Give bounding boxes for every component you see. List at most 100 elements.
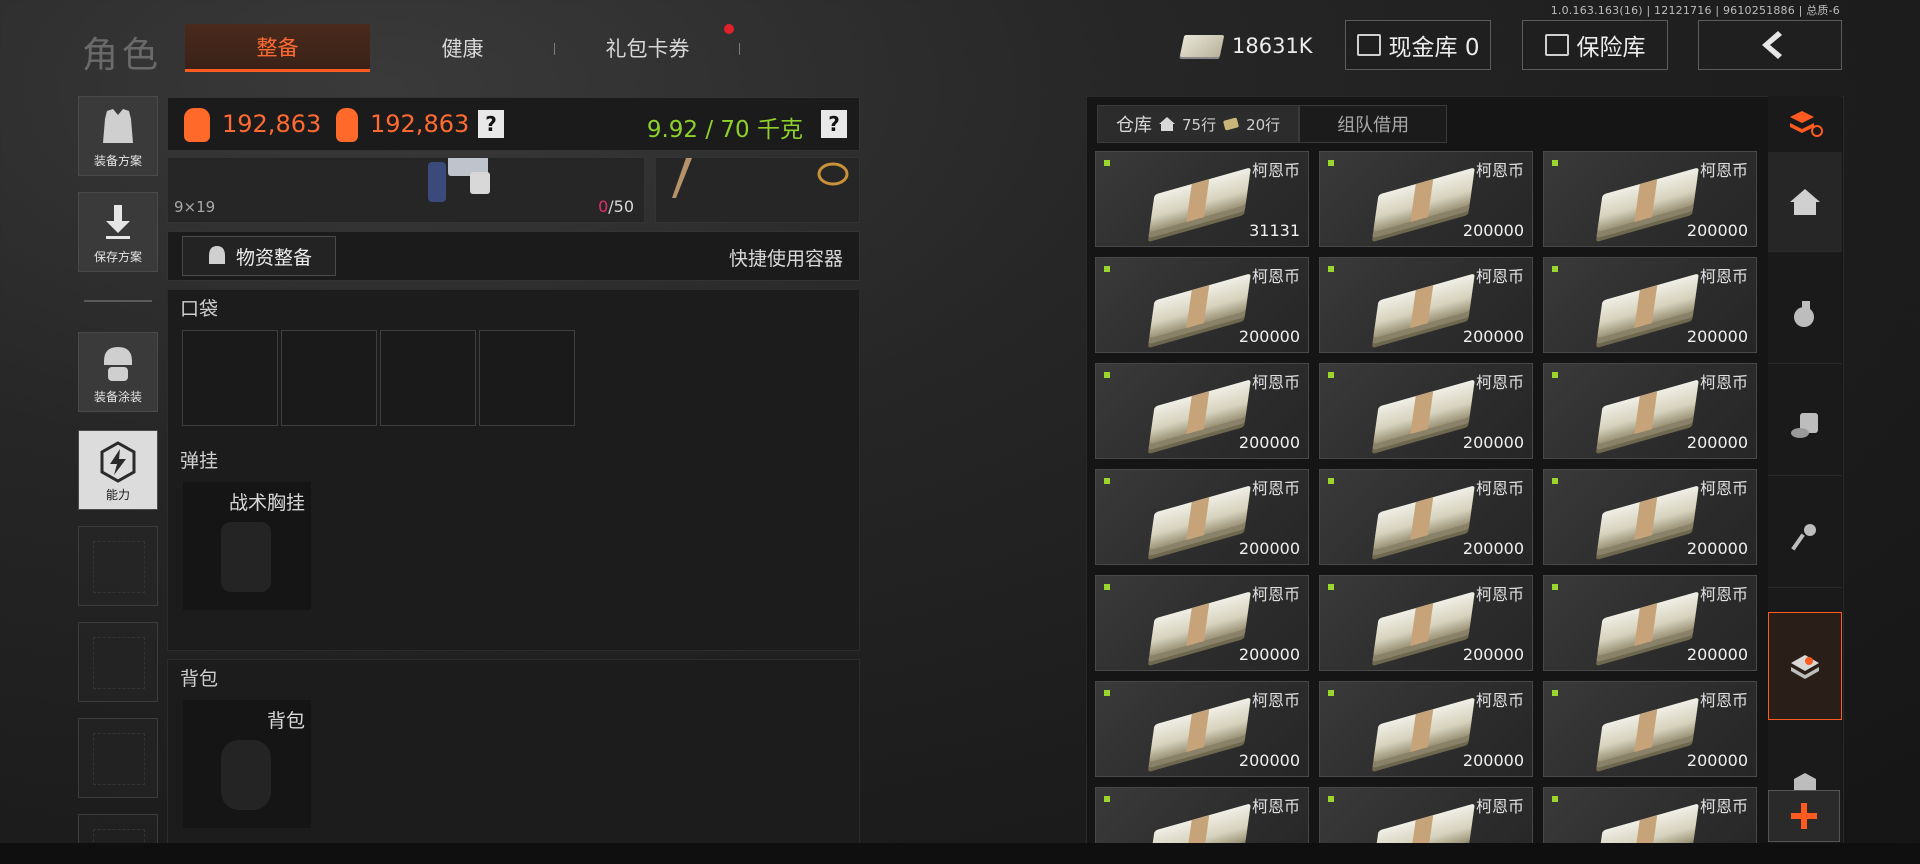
item-count: 200000 xyxy=(1686,539,1748,558)
capacity: 0/50 xyxy=(598,197,634,216)
warehouse-item-cell[interactable]: 柯恩币 200000 xyxy=(1319,681,1533,777)
value-help-button[interactable]: ? xyxy=(478,110,504,138)
warehouse-item-cell[interactable]: 柯恩币 200000 xyxy=(1095,681,1309,777)
rail-grenades[interactable] xyxy=(1768,264,1842,364)
warehouse-tabs: 仓库 75行 20行 组队借用 xyxy=(1097,105,1448,143)
nav-save-plan[interactable]: 保存方案 xyxy=(78,192,158,272)
item-name: 柯恩币 xyxy=(1699,267,1748,286)
warehouse-item-cell[interactable]: 柯恩币 200000 xyxy=(1319,363,1533,459)
item-status-dot xyxy=(1552,372,1558,378)
warehouse-item-cell[interactable]: 柯恩币 200000 xyxy=(1095,469,1309,565)
item-count: 200000 xyxy=(1462,539,1524,558)
grid-size: 9×19 xyxy=(174,198,216,216)
item-count: 200000 xyxy=(1462,645,1524,664)
weight-help-button[interactable]: ? xyxy=(821,110,847,138)
warehouse-item-cell[interactable]: 柯恩币 xyxy=(1543,787,1757,847)
item-status-dot xyxy=(1552,690,1558,696)
tab-health[interactable]: 健康 xyxy=(370,24,555,72)
safe-button[interactable]: 保险库 xyxy=(1522,20,1668,70)
banknote-stack-icon xyxy=(1373,485,1475,551)
warehouse-item-cell[interactable]: 柯恩币 200000 xyxy=(1543,151,1757,247)
warehouse-item-cell[interactable]: 柯恩币 200000 xyxy=(1543,469,1757,565)
warehouse-item-cell[interactable]: 柯恩币 200000 xyxy=(1543,257,1757,353)
key-icon xyxy=(1791,523,1816,551)
tab-warehouse[interactable]: 仓库 75行 20行 xyxy=(1097,105,1300,143)
bottom-strip xyxy=(0,843,1920,864)
supply-button[interactable]: 物资整备 xyxy=(182,236,336,276)
backpack-icon xyxy=(184,108,210,142)
warehouse-item-cell[interactable]: 柯恩币 200000 xyxy=(1319,575,1533,671)
primary-weapon-slot[interactable]: 9×19 0/50 xyxy=(167,157,645,223)
backpack-slot[interactable]: 背包 xyxy=(183,700,311,828)
add-button[interactable] xyxy=(1768,790,1840,842)
tactical-rig-slot[interactable]: 战术胸挂 xyxy=(183,482,311,610)
warehouse-item-cell[interactable]: 柯恩币 31131 xyxy=(1095,151,1309,247)
pocket-slot[interactable] xyxy=(479,330,575,426)
warehouse-item-cell[interactable]: 柯恩币 200000 xyxy=(1095,257,1309,353)
item-status-dot xyxy=(1552,478,1558,484)
tab-health-label: 健康 xyxy=(441,37,484,61)
notification-dot xyxy=(724,24,734,34)
rig-silhouette-icon xyxy=(221,522,271,592)
nav-abilities[interactable]: 能力 xyxy=(78,430,158,510)
cash-vault-button[interactable]: 现金库 0 xyxy=(1345,20,1491,70)
plus-icon xyxy=(1791,803,1817,829)
item-count: 200000 xyxy=(1462,433,1524,452)
pocket-slot[interactable] xyxy=(380,330,476,426)
banknote-stack-icon xyxy=(1373,167,1475,233)
weight-readout: 9.92 / 70 千克 xyxy=(646,117,803,143)
item-status-dot xyxy=(1552,796,1558,802)
empty-slot xyxy=(78,526,158,606)
warehouse-item-cell[interactable]: 柯恩币 200000 xyxy=(1095,575,1309,671)
nav-equipment-skins[interactable]: 装备涂装 xyxy=(78,332,158,412)
home-icon xyxy=(1790,188,1820,215)
warehouse-item-cell[interactable]: 柯恩币 xyxy=(1095,787,1309,847)
tab-equip[interactable]: 整备 xyxy=(185,24,370,72)
item-name: 柯恩币 xyxy=(1251,161,1300,180)
backpack-panel: 背包 背包 xyxy=(167,659,860,845)
rig-label: 弹挂 xyxy=(180,450,219,472)
rail-sort-button[interactable] xyxy=(1768,96,1842,152)
item-name: 柯恩币 xyxy=(1699,797,1748,816)
warehouse-item-cell[interactable]: 柯恩币 xyxy=(1319,787,1533,847)
rail-home[interactable] xyxy=(1768,152,1842,252)
nav-loadout-plans[interactable]: 装备方案 xyxy=(78,96,158,176)
item-status-dot xyxy=(1328,796,1334,802)
warehouse-item-cell[interactable]: 柯恩币 200000 xyxy=(1095,363,1309,459)
banknote-stack-icon xyxy=(1373,273,1475,339)
capacity-current: 0 xyxy=(598,197,609,216)
helmet-mask-icon xyxy=(104,347,132,381)
warehouse-item-cell[interactable]: 柯恩币 200000 xyxy=(1319,469,1533,565)
melee-slot[interactable] xyxy=(655,157,860,223)
rail-consumables[interactable] xyxy=(1768,376,1842,476)
warehouse-item-cell[interactable]: 柯恩币 200000 xyxy=(1543,363,1757,459)
warehouse-item-cell[interactable]: 柯恩币 200000 xyxy=(1319,257,1533,353)
banknote-stack-icon xyxy=(1149,591,1251,657)
warehouse-item-cell[interactable]: 柯恩币 200000 xyxy=(1543,575,1757,671)
nav-equipment-skins-label: 装备涂装 xyxy=(93,390,142,404)
warehouse-item-cell[interactable]: 柯恩币 200000 xyxy=(1319,151,1533,247)
item-count: 200000 xyxy=(1462,221,1524,240)
top-bar: 角色 整备 健康 礼包卡券 18631K 现金库 0 保险库 xyxy=(0,0,1920,80)
banknote-stack-icon xyxy=(1149,697,1251,763)
item-name: 柯恩币 xyxy=(1699,161,1748,180)
backpack-silhouette-icon xyxy=(221,740,271,810)
tab-team-borrow[interactable]: 组队借用 xyxy=(1299,105,1448,143)
pocket-slot[interactable] xyxy=(182,330,278,426)
item-count: 200000 xyxy=(1462,751,1524,770)
nav-divider xyxy=(84,300,152,302)
tab-team-borrow-label: 组队借用 xyxy=(1337,115,1410,136)
rail-currency[interactable] xyxy=(1768,612,1842,720)
item-name: 柯恩币 xyxy=(1475,479,1524,498)
banknote-stack-icon xyxy=(1373,697,1475,763)
quick-use-container[interactable]: 快捷使用容器 xyxy=(729,244,843,271)
warehouse-item-cell[interactable]: 柯恩币 200000 xyxy=(1543,681,1757,777)
back-button[interactable] xyxy=(1698,20,1842,70)
tab-equip-label: 整备 xyxy=(256,35,299,60)
rail-keys[interactable] xyxy=(1768,488,1842,588)
vest-icon xyxy=(103,109,133,143)
banknote-stack-icon xyxy=(1373,591,1475,657)
pocket-slot[interactable] xyxy=(281,330,377,426)
tab-gift-cards[interactable]: 礼包卡券 xyxy=(555,24,740,72)
pocket-rig-panel: 口袋 弹挂 战术胸挂 xyxy=(167,289,860,651)
